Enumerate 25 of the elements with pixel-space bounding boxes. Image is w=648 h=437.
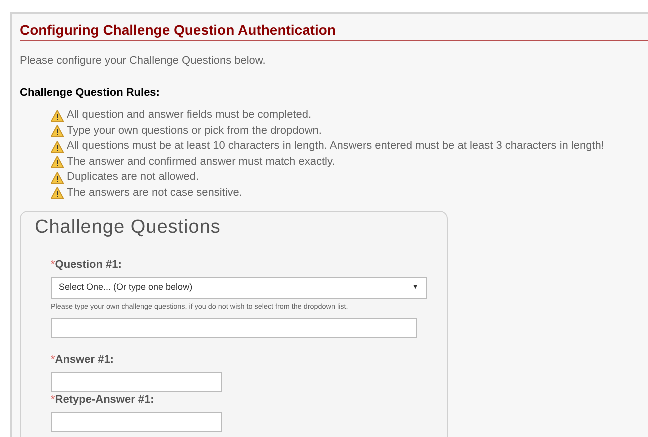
intro-text: Please configure your Challenge Questions below.	[20, 54, 267, 69]
answer-input[interactable]	[51, 412, 222, 432]
required-mark: *	[51, 354, 56, 367]
rule-text: All question and answer fields must be completed.	[67, 109, 312, 122]
warning-icon	[51, 156, 64, 168]
warning-icon	[51, 140, 64, 153]
field-label: Answer #1:	[55, 354, 114, 367]
required-mark: *	[51, 394, 56, 407]
warning-icon	[51, 172, 64, 184]
rule-text: The answers are not case sensitive.	[67, 186, 242, 200]
rule-text: Duplicates are not allowed.	[67, 171, 200, 184]
warning-icon	[51, 187, 64, 200]
warning-icon	[51, 125, 64, 138]
rules-heading: Challenge Question Rules:	[20, 86, 161, 100]
field-label: Retype-Answer #1:	[55, 394, 154, 407]
rule-text: The answer and confirmed answer must match exactly.	[67, 156, 336, 169]
rule-text: All questions must be at least 10 characters in length. Answers entered must be at least 3 characters in length!	[67, 140, 604, 154]
required-mark: *	[51, 259, 56, 272]
card-heading: Challenge Questions	[35, 216, 222, 240]
answer-input[interactable]	[51, 372, 222, 392]
question-input[interactable]	[51, 318, 417, 338]
field-label: Question #1:	[55, 259, 122, 272]
rule-text: Type your own questions or pick from the dropdown.	[67, 124, 322, 138]
page-title: Configuring Challenge Question Authentication	[20, 22, 648, 41]
warning-icon	[51, 110, 64, 122]
